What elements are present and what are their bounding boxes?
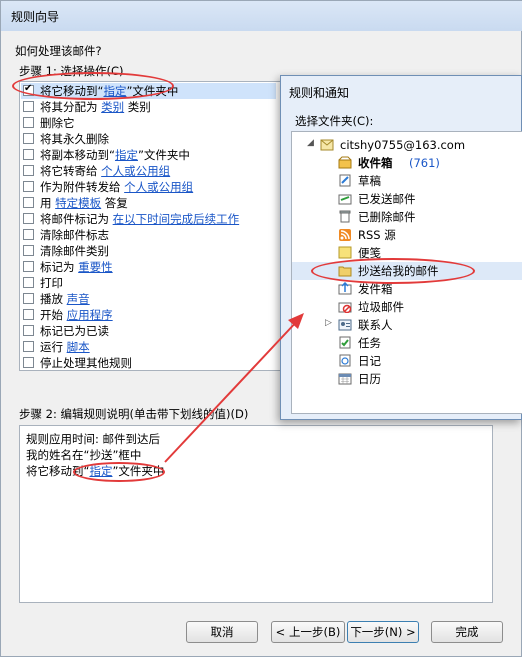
annotation-arrow xyxy=(164,313,304,463)
